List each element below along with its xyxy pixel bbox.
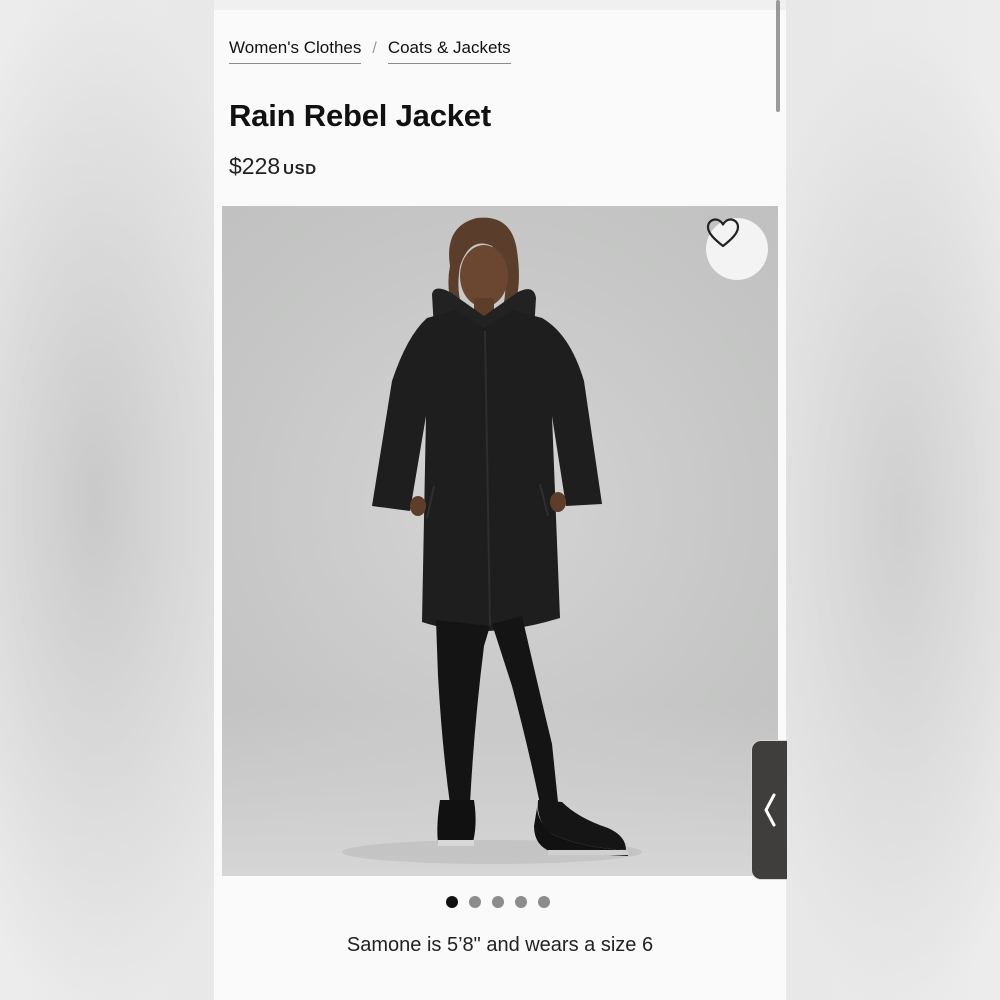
carousel-dot-2[interactable] <box>469 896 481 908</box>
favorite-button[interactable] <box>706 218 768 280</box>
breadcrumb-coats-jackets[interactable]: Coats & Jackets <box>387 38 511 64</box>
product-image[interactable] <box>222 206 778 876</box>
heart-outline-icon <box>706 218 740 248</box>
carousel-dot-4[interactable] <box>515 896 527 908</box>
chevron-left-icon <box>764 793 775 827</box>
carousel-dot-1[interactable] <box>446 896 458 908</box>
price-amount: $228 <box>229 153 281 179</box>
price-currency: USD <box>283 161 317 178</box>
carousel-dot-3[interactable] <box>492 896 504 908</box>
carousel-dot-5[interactable] <box>538 896 550 908</box>
model-photo-illustration <box>342 217 642 864</box>
product-price: $228 USD <box>229 153 317 180</box>
scrollbar[interactable] <box>776 0 780 112</box>
side-panel-tab[interactable] <box>751 740 787 880</box>
carousel-dots <box>446 896 550 908</box>
breadcrumb-separator: / <box>372 39 377 57</box>
breadcrumb: Women's Clothes / Coats & Jackets <box>229 38 511 64</box>
top-bar <box>214 0 786 10</box>
model-caption: Samone is 5’8" and wears a size 6 <box>346 934 654 956</box>
product-page: Women's Clothes / Coats & Jackets Rain R… <box>214 0 786 1000</box>
product-title: Rain Rebel Jacket <box>229 98 491 133</box>
breadcrumb-womens-clothes[interactable]: Women's Clothes <box>229 38 362 64</box>
